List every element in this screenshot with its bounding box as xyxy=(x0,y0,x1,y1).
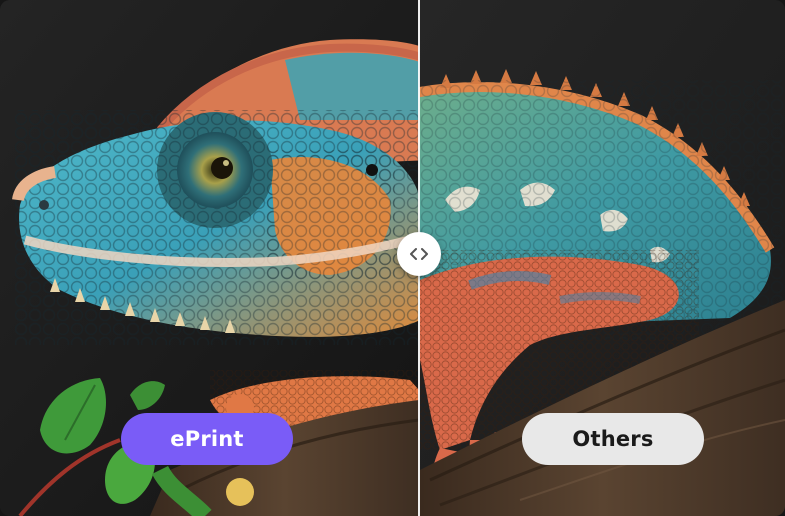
eprint-label-badge: ePrint xyxy=(121,413,293,465)
chevron-left-right-icon xyxy=(410,248,428,260)
divider-handle[interactable] xyxy=(397,232,441,276)
others-label-badge: Others xyxy=(522,413,704,465)
comparison-slider[interactable]: ePrint Others xyxy=(0,0,785,516)
